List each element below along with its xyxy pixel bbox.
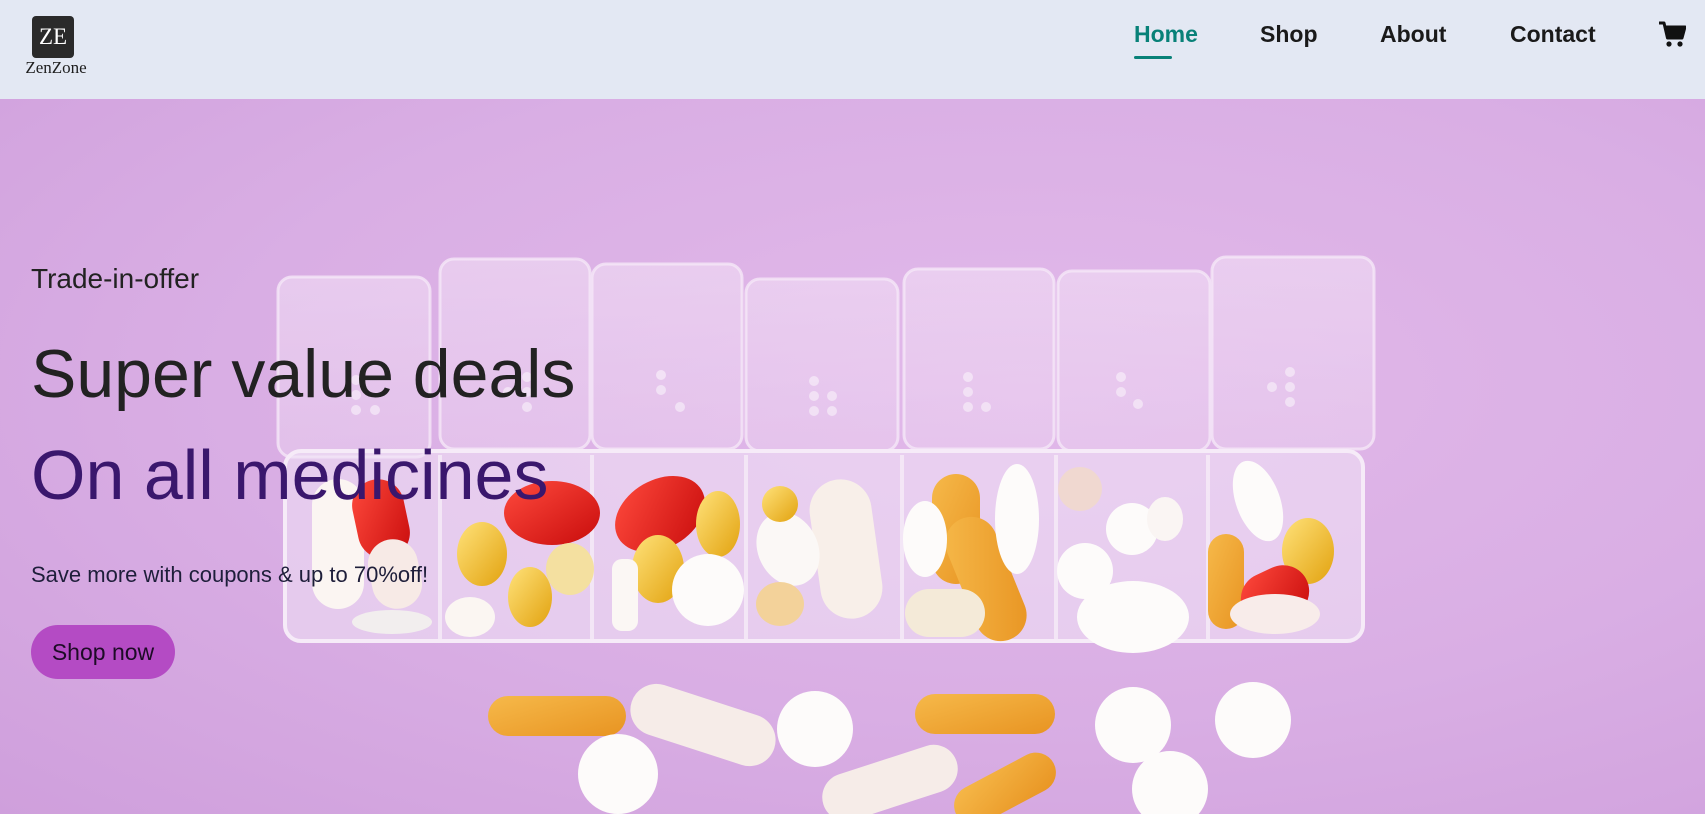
nav-shop-label: Shop	[1260, 21, 1318, 47]
site-header: ZE ZenZone Home Shop About Contact	[0, 0, 1705, 99]
shop-now-button[interactable]: Shop now	[31, 625, 175, 679]
nav-about[interactable]: About	[1380, 21, 1446, 48]
active-nav-underline	[1134, 56, 1172, 59]
logo[interactable]: ZE ZenZone	[18, 16, 94, 77]
nav-shop[interactable]: Shop	[1260, 21, 1318, 48]
hero-subheadline: On all medicines	[31, 436, 549, 514]
logo-mark: ZE	[32, 16, 74, 58]
hero-banner: Trade-in-offer Super value deals On all …	[0, 99, 1705, 814]
nav-about-label: About	[1380, 21, 1447, 47]
hero-tagline: Trade-in-offer	[31, 263, 200, 294]
nav-home-label: Home	[1134, 21, 1198, 47]
logo-name: ZenZone	[25, 58, 87, 77]
nav-home[interactable]: Home	[1134, 21, 1198, 59]
hero-description: Save more with coupons & up to 70%off!	[31, 562, 429, 587]
shopping-cart-icon[interactable]	[1658, 20, 1687, 48]
nav-contact[interactable]: Contact	[1510, 21, 1596, 48]
nav-contact-label: Contact	[1510, 21, 1596, 47]
hero-headline: Super value deals	[31, 336, 576, 412]
